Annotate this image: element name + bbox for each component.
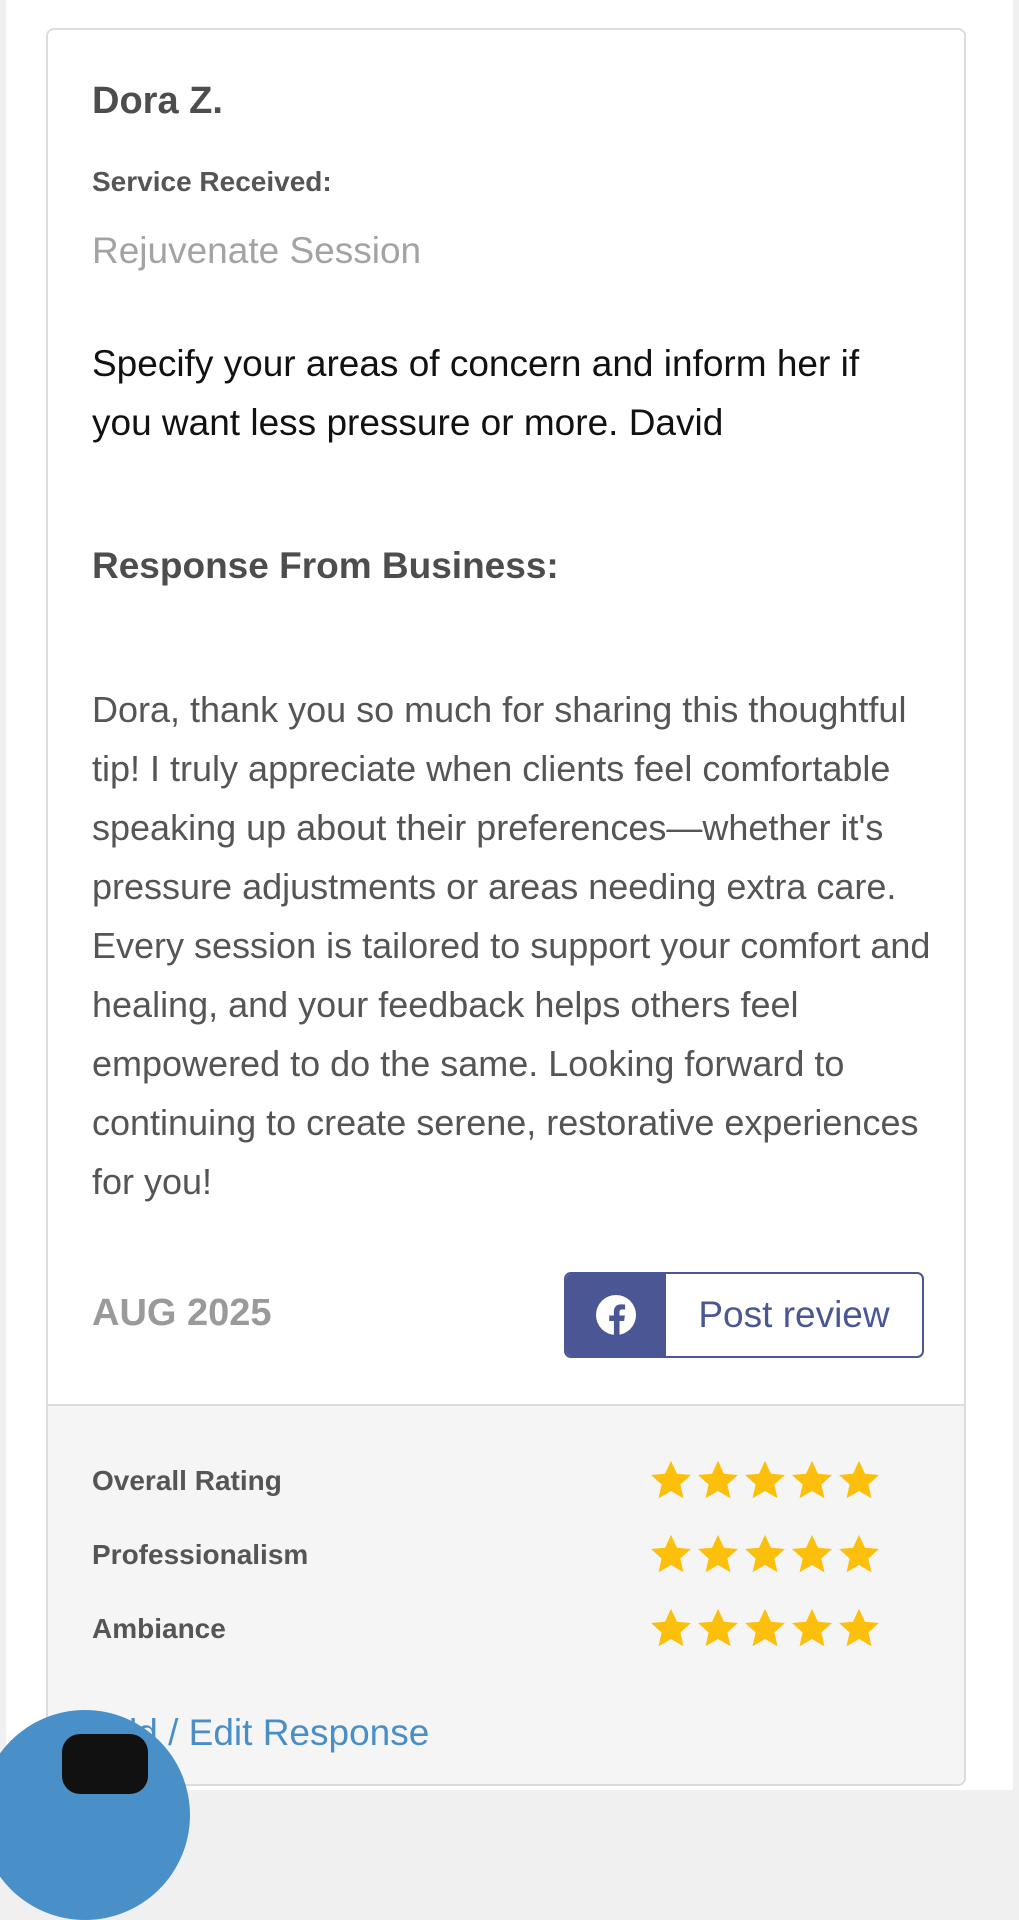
star-icon xyxy=(745,1534,785,1573)
review-text: Specify your areas of concern and inform… xyxy=(92,343,860,443)
review-body: Dora Z. Service Received: Rejuvenate Ses… xyxy=(48,30,964,1404)
rating-row-ambiance: Ambiance xyxy=(92,1604,882,1654)
rating-label: Ambiance xyxy=(92,1613,226,1644)
rating-row-overall: Overall Rating xyxy=(92,1456,882,1506)
star-icon xyxy=(745,1460,785,1499)
star-icon xyxy=(745,1608,785,1647)
facebook-post-review-button[interactable]: Post review xyxy=(564,1272,924,1358)
star-icon xyxy=(651,1460,691,1499)
star-icon xyxy=(839,1534,879,1573)
ratings-panel: Overall Rating Professionalism Ambiance … xyxy=(48,1404,964,1784)
reviewer-name: Dora Z. xyxy=(92,80,223,122)
response-label: Response From Business: xyxy=(92,545,559,586)
star-rating xyxy=(648,1458,882,1504)
star-icon xyxy=(698,1608,738,1647)
rating-label: Professionalism xyxy=(92,1539,309,1570)
business-response-text: Dora, thank you so much for sharing this… xyxy=(92,689,931,1202)
star-icon xyxy=(839,1460,879,1499)
rating-row-professionalism: Professionalism xyxy=(92,1530,882,1580)
chat-icon xyxy=(62,1734,148,1794)
star-rating xyxy=(648,1532,882,1578)
review-card: Dora Z. Service Received: Rejuvenate Ses… xyxy=(46,28,966,1786)
star-icon xyxy=(698,1534,738,1573)
service-received-label: Service Received: xyxy=(92,166,332,197)
star-icon xyxy=(792,1460,832,1499)
star-icon xyxy=(698,1460,738,1499)
post-review-label: Post review xyxy=(698,1294,890,1335)
service-received-value: Rejuvenate Session xyxy=(92,230,422,271)
review-date: AUG 2025 xyxy=(92,1292,272,1334)
star-icon xyxy=(792,1608,832,1647)
rating-label: Overall Rating xyxy=(92,1465,282,1496)
star-icon xyxy=(651,1534,691,1573)
facebook-icon xyxy=(566,1274,666,1356)
star-rating xyxy=(648,1606,882,1652)
star-icon xyxy=(792,1534,832,1573)
star-icon xyxy=(651,1608,691,1647)
star-icon xyxy=(839,1608,879,1647)
